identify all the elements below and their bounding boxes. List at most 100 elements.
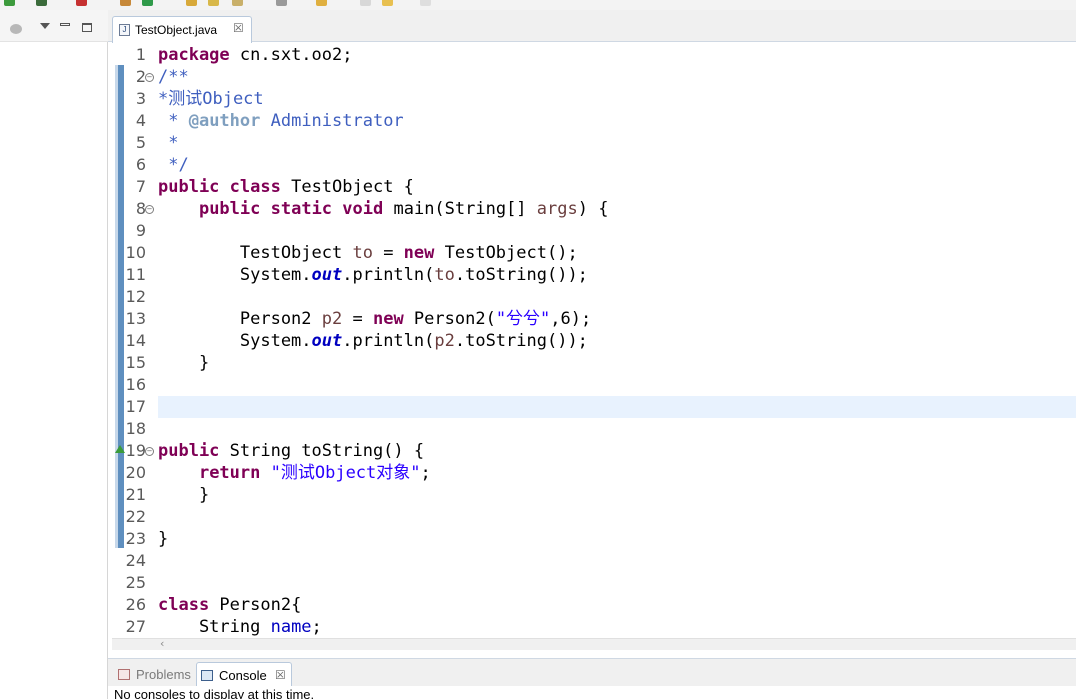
code-line[interactable]: 18: [112, 418, 1076, 440]
code-text: */: [158, 154, 189, 176]
code-line[interactable]: 7 public class TestObject {: [112, 176, 1076, 198]
code-token: Person2: [158, 309, 322, 329]
code-token: .println(: [342, 265, 435, 285]
code-line[interactable]: 17: [112, 396, 1076, 418]
code-line[interactable]: 3 *测试Object: [112, 88, 1076, 110]
line-number: 7: [135, 177, 146, 196]
code-token: name: [270, 617, 312, 637]
code-line[interactable]: 16: [112, 374, 1076, 396]
code-line[interactable]: 9: [112, 220, 1076, 242]
maximize-icon[interactable]: [82, 23, 92, 32]
code-line[interactable]: 23}: [112, 528, 1076, 550]
scroll-left-icon[interactable]: ‹: [160, 637, 164, 650]
code-line[interactable]: 22: [112, 506, 1076, 528]
package-explorer-header: [0, 10, 108, 42]
code-token: }: [158, 353, 210, 373]
new-class-icon[interactable]: [142, 0, 153, 6]
console-view[interactable]: No consoles to display at this time.: [108, 686, 1076, 699]
code-token: *: [158, 133, 179, 153]
collapse-fold-icon[interactable]: −: [145, 447, 154, 456]
code-token: ) {: [577, 199, 609, 219]
code-line[interactable]: 20 return "测试Object对象";: [112, 462, 1076, 484]
code-line[interactable]: 2−/**: [112, 66, 1076, 88]
line-number: 27: [125, 617, 146, 636]
code-line[interactable]: 19− public String toString() {: [112, 440, 1076, 462]
code-text: *测试Object: [158, 88, 264, 110]
last-edit-icon[interactable]: [382, 0, 393, 6]
override-marker-icon[interactable]: [115, 445, 125, 453]
code-line[interactable]: 1 package cn.sxt.oo2;: [112, 44, 1076, 66]
code-text: System.out.println(to.toString());: [158, 264, 588, 286]
code-line[interactable]: 12: [112, 286, 1076, 308]
code-line[interactable]: 8− public static void main(String[] args…: [112, 198, 1076, 220]
new-package-icon[interactable]: [120, 0, 131, 6]
code-line[interactable]: 27 String name;: [112, 616, 1076, 638]
line-number: 25: [125, 573, 146, 592]
code-token: class: [229, 177, 281, 197]
collapse-fold-icon[interactable]: −: [145, 205, 154, 214]
code-line[interactable]: 5 *: [112, 132, 1076, 154]
line-number: 3: [135, 89, 146, 108]
line-number: 18: [125, 419, 146, 438]
next-annotation-icon[interactable]: [316, 0, 327, 6]
code-line[interactable]: 26 class Person2{: [112, 594, 1076, 616]
line-number: 9: [135, 221, 146, 240]
code-line[interactable]: 25: [112, 572, 1076, 594]
line-number: 26: [125, 595, 146, 614]
tab-console[interactable]: Console ☒: [196, 662, 292, 687]
line-number: 11: [125, 265, 146, 284]
code-token: new: [372, 309, 404, 329]
code-text: }: [158, 352, 209, 374]
forward-icon[interactable]: [420, 0, 431, 6]
close-icon[interactable]: ☒: [233, 21, 244, 35]
chevron-down-icon[interactable]: [40, 23, 50, 29]
tool-icon[interactable]: [232, 0, 243, 6]
code-token: void: [342, 199, 384, 219]
code-text: public String toString() {: [158, 440, 424, 462]
code-token: =: [342, 309, 373, 329]
line-number: 23: [125, 529, 146, 548]
minimize-icon[interactable]: [60, 23, 70, 26]
run-icon[interactable]: [4, 0, 15, 6]
code-line[interactable]: 24: [112, 550, 1076, 572]
back-icon[interactable]: [360, 0, 371, 6]
open-type-icon[interactable]: [186, 0, 197, 6]
code-token: p2: [434, 331, 455, 351]
code-token: "兮兮": [495, 309, 551, 329]
external-tools-icon[interactable]: [276, 0, 287, 6]
code-editor[interactable]: 1 package cn.sxt.oo2; 2−/** 3 *测试Object 4 * @…: [112, 43, 1076, 638]
code-line[interactable]: 6 */: [112, 154, 1076, 176]
close-icon[interactable]: ☒: [275, 663, 286, 688]
code-text: package cn.sxt.oo2;: [158, 44, 352, 66]
search-icon[interactable]: [208, 0, 219, 6]
line-number: 8: [135, 199, 146, 218]
code-text: System.out.println(p2.toString());: [158, 330, 588, 352]
line-number: 13: [125, 309, 146, 328]
code-line[interactable]: 10 TestObject to = new TestObject();: [112, 242, 1076, 264]
code-token: ,6);: [550, 309, 592, 329]
collapse-fold-icon[interactable]: −: [145, 73, 154, 82]
view-menu-icon[interactable]: [10, 24, 22, 34]
code-text: class Person2{: [158, 594, 301, 616]
code-line[interactable]: 21 }: [112, 484, 1076, 506]
code-token: */: [158, 155, 189, 175]
code-token: Administrator: [260, 111, 404, 131]
stop-icon[interactable]: [76, 0, 87, 6]
code-line[interactable]: 4 * @author Administrator: [112, 110, 1076, 132]
code-token: out: [311, 265, 343, 285]
code-line[interactable]: 11 System.out.println(to.toString());: [112, 264, 1076, 286]
tab-problems[interactable]: Problems: [114, 662, 198, 687]
line-number: 24: [125, 551, 146, 570]
editor-tab-testobject[interactable]: J TestObject.java ☒: [112, 16, 252, 43]
code-token: p2: [321, 309, 343, 329]
code-line[interactable]: 15 }: [112, 352, 1076, 374]
debug-icon[interactable]: [36, 0, 47, 6]
code-line[interactable]: 13 Person2 p2 = new Person2("兮兮",6);: [112, 308, 1076, 330]
horizontal-scrollbar[interactable]: ‹: [112, 637, 1076, 650]
code-token: public: [158, 177, 220, 197]
code-token: *测试Object: [158, 89, 264, 109]
line-number: 1: [135, 45, 146, 64]
code-line[interactable]: 14 System.out.println(p2.toString());: [112, 330, 1076, 352]
